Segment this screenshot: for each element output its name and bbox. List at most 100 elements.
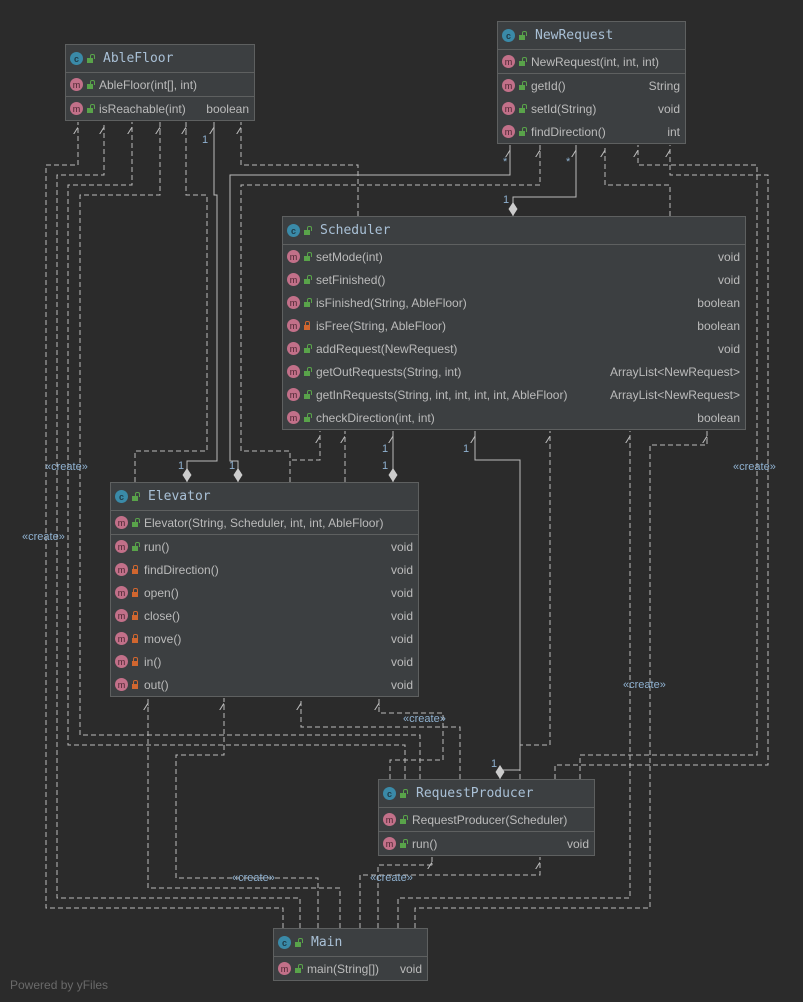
method-row[interactable]: m Elevator(String, Scheduler, int, int, A… xyxy=(111,511,418,534)
method-name: NewRequest(int, int, int) xyxy=(531,54,660,69)
method-row[interactable]: m setId(String) void xyxy=(498,97,685,120)
public-access-icon xyxy=(304,413,312,422)
public-access-icon xyxy=(400,815,408,824)
method-icon: m xyxy=(115,586,128,599)
composition-edge xyxy=(187,122,218,482)
private-access-icon xyxy=(132,680,138,689)
public-access-icon xyxy=(400,839,408,848)
method-row[interactable]: m isFinished(String, AbleFloor) boolean xyxy=(283,291,745,314)
method-row[interactable]: m getId() String xyxy=(498,74,685,97)
method-icon: m xyxy=(287,411,300,424)
class-main[interactable]: c Main m main(String[]) void xyxy=(273,928,428,981)
method-row[interactable]: m run() void xyxy=(111,535,418,558)
public-access-icon xyxy=(304,390,312,399)
method-name: run() xyxy=(412,836,438,851)
method-row[interactable]: m AbleFloor(int[], int) xyxy=(66,73,254,96)
class-header: c Scheduler xyxy=(283,217,745,245)
method-row[interactable]: m move() void xyxy=(111,627,418,650)
public-access-icon xyxy=(132,492,140,501)
method-row[interactable]: m findDirection() int xyxy=(498,120,685,143)
method-row[interactable]: m setMode(int) void xyxy=(283,245,745,268)
method-row[interactable]: m isReachable(int) boolean xyxy=(66,97,254,120)
class-header: c NewRequest xyxy=(498,22,685,50)
class-scheduler[interactable]: c Scheduler m setMode(int) void m setFinished(… xyxy=(282,216,746,430)
method-icon: m xyxy=(287,365,300,378)
return-type: ArrayList<NewRequest> xyxy=(609,364,740,379)
method-icon: m xyxy=(70,78,83,91)
class-elevator[interactable]: c Elevator m Elevator(String, Scheduler, in… xyxy=(110,482,419,697)
method-row[interactable]: m main(String[]) void xyxy=(274,957,427,980)
member-section: m run() void m findDirection() void m open() voi… xyxy=(111,535,418,696)
class-ablefloor[interactable]: c AbleFloor m AbleFloor(int[], int) m isReach… xyxy=(65,44,255,121)
method-icon: m xyxy=(115,678,128,691)
return-type: void xyxy=(390,677,413,692)
method-row[interactable]: m addRequest(NewRequest) void xyxy=(283,337,745,360)
member-section: m AbleFloor(int[], int) xyxy=(66,73,254,97)
method-icon: m xyxy=(502,79,515,92)
method-row[interactable]: m getInRequests(String, int, int, int, in… xyxy=(283,383,745,406)
method-name: run() xyxy=(144,539,170,554)
private-access-icon xyxy=(132,565,138,574)
composition-edge xyxy=(475,431,521,779)
public-access-icon xyxy=(519,104,527,113)
method-name: setMode(int) xyxy=(316,249,383,264)
method-icon: m xyxy=(70,102,83,115)
return-type: boolean xyxy=(206,101,249,116)
return-type: void xyxy=(390,539,413,554)
method-row[interactable]: m RequestProducer(Scheduler) xyxy=(379,808,594,831)
dependency-edge xyxy=(175,698,319,928)
method-name: move() xyxy=(144,631,182,646)
method-icon: m xyxy=(287,342,300,355)
private-access-icon xyxy=(132,611,138,620)
method-row[interactable]: m in() void xyxy=(111,650,418,673)
dependency-edge xyxy=(605,145,671,216)
method-row[interactable]: m setFinished() void xyxy=(283,268,745,291)
method-row[interactable]: m findDirection() void xyxy=(111,558,418,581)
method-row[interactable]: m NewRequest(int, int, int) xyxy=(498,50,685,73)
dependency-edge xyxy=(134,122,208,482)
multiplicity-label: 1 xyxy=(503,194,510,206)
create-label: «create» xyxy=(45,461,88,473)
class-name: Scheduler xyxy=(320,223,391,238)
dependency-edge xyxy=(148,698,341,928)
method-icon: m xyxy=(383,813,396,826)
method-row[interactable]: m open() void xyxy=(111,581,418,604)
method-row[interactable]: m checkDirection(int, int) boolean xyxy=(283,406,745,429)
class-header: c RequestProducer xyxy=(379,780,594,808)
dependency-edge xyxy=(377,857,433,928)
method-row[interactable]: m getOutRequests(String, int) ArrayList<Ne… xyxy=(283,360,745,383)
class-name: Elevator xyxy=(148,489,211,504)
class-name: NewRequest xyxy=(535,28,614,43)
class-newrequest[interactable]: c NewRequest m NewRequest(int, int, int) m ge… xyxy=(497,21,686,144)
method-icon: m xyxy=(502,55,515,68)
method-name: out() xyxy=(144,677,169,692)
public-access-icon xyxy=(304,367,312,376)
method-row[interactable]: m out() void xyxy=(111,673,418,696)
method-name: setId(String) xyxy=(531,101,597,116)
public-access-icon xyxy=(304,275,312,284)
method-row[interactable]: m close() void xyxy=(111,604,418,627)
footer-credit: Powered by yFiles xyxy=(10,978,109,992)
multiplicity-label: 1 xyxy=(202,134,209,146)
method-row[interactable]: m isFree(String, AbleFloor) boolean xyxy=(283,314,745,337)
multiplicity-label: 1 xyxy=(382,460,389,472)
return-type: void xyxy=(566,836,589,851)
return-type: boolean xyxy=(697,318,740,333)
dependency-edge xyxy=(359,857,541,928)
private-access-icon xyxy=(304,321,310,330)
class-icon: c xyxy=(70,52,83,65)
private-access-icon xyxy=(132,657,138,666)
method-icon: m xyxy=(115,632,128,645)
class-requestproducer[interactable]: c RequestProducer m RequestProducer(Schedul… xyxy=(378,779,595,856)
method-name: open() xyxy=(144,585,179,600)
public-access-icon xyxy=(132,542,140,551)
method-icon: m xyxy=(115,516,128,529)
return-type: boolean xyxy=(697,410,740,425)
create-label: «create» xyxy=(22,531,65,543)
return-type: void xyxy=(717,341,740,356)
method-row[interactable]: m run() void xyxy=(379,832,594,855)
public-access-icon xyxy=(295,938,303,947)
public-access-icon xyxy=(304,344,312,353)
method-icon: m xyxy=(115,563,128,576)
method-name: in() xyxy=(144,654,162,669)
